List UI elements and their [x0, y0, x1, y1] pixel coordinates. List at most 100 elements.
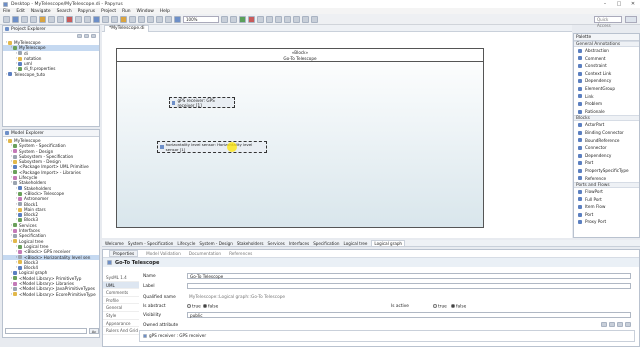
diagram-tab[interactable]: System - Design	[199, 241, 232, 246]
properties-side-tab[interactable]: Rulers And Grid	[103, 327, 139, 335]
diagram-tab[interactable]: Stakeholders	[237, 241, 264, 246]
diagram-tab[interactable]: Welcome	[105, 241, 124, 246]
diagram-tab[interactable]: Interfaces	[289, 241, 309, 246]
external-tools-icon[interactable]	[257, 15, 264, 23]
diagram-tab[interactable]: Logical graph	[371, 239, 406, 247]
remove-icon[interactable]	[609, 322, 615, 327]
collapse-all-icon[interactable]	[77, 34, 82, 38]
palette-item[interactable]: Comment	[574, 55, 639, 63]
palette-item[interactable]: Connector	[574, 144, 639, 152]
minimize-icon[interactable]: –	[598, 0, 612, 8]
save-all-icon[interactable]	[21, 15, 28, 23]
perspective-icon[interactable]	[625, 16, 637, 23]
properties-side-tab[interactable]: Style	[103, 312, 139, 320]
menu-run[interactable]: Run	[122, 9, 130, 14]
menu-edit[interactable]: Edit	[16, 9, 25, 14]
list-item[interactable]: gPS receiver : GPS receiver	[140, 331, 634, 340]
palette-item[interactable]: Binding Connector	[574, 129, 639, 137]
properties-side-tab[interactable]: UML	[103, 281, 139, 290]
quick-access-input[interactable]: Quick Access	[594, 16, 622, 28]
search-icon[interactable]	[266, 15, 273, 23]
print-icon[interactable]	[30, 15, 37, 23]
editor-tab-mytelescope[interactable]: *MyTelescope.di	[104, 24, 150, 32]
paste-icon[interactable]	[57, 15, 64, 23]
line-color-icon[interactable]	[129, 15, 136, 23]
redo-icon[interactable]	[84, 15, 91, 23]
close-icon[interactable]: ✕	[626, 0, 640, 8]
tree-item[interactable]: › <Model Library> EcorePrimitiveType	[3, 292, 99, 297]
copy-icon[interactable]	[48, 15, 55, 23]
debug-icon[interactable]	[248, 15, 255, 23]
palette-item[interactable]: Abstraction	[574, 47, 639, 55]
label-input[interactable]	[187, 283, 631, 289]
diagram-tab[interactable]: Lifecycle	[177, 241, 195, 246]
forward-icon[interactable]	[284, 15, 291, 23]
tab-model-validation[interactable]: Model Validation	[146, 251, 181, 256]
palette-item[interactable]: Full Port	[574, 196, 639, 204]
palette-item[interactable]: Constraint	[574, 62, 639, 70]
palette-item[interactable]: Dependency	[574, 152, 639, 160]
properties-side-tab[interactable]: General	[103, 304, 139, 312]
part-gps-receiver[interactable]: gPS receiver: GPS receiver [1]	[169, 97, 235, 108]
save-icon[interactable]	[12, 15, 19, 23]
part-horizontality-sensor[interactable]: horizontality level sensor: Horizontalit…	[157, 141, 267, 153]
align-icon[interactable]	[102, 15, 109, 23]
is-active-false-radio[interactable]: false	[451, 304, 466, 310]
palette-item[interactable]: Rationale	[574, 108, 639, 116]
diagram-tab[interactable]: Services	[267, 241, 284, 246]
diagram-canvas[interactable]: «Block» Go-To Telescope gPS receiver: GP…	[102, 32, 572, 238]
palette-item[interactable]: BoundReference	[574, 137, 639, 145]
add-icon[interactable]	[601, 322, 607, 327]
block-go-to-telescope[interactable]: «Block» Go-To Telescope gPS receiver: GP…	[116, 48, 484, 228]
back-icon[interactable]	[275, 15, 282, 23]
palette-item[interactable]: Proxy Port	[574, 218, 639, 226]
tab-references[interactable]: References	[229, 251, 252, 256]
bold-icon[interactable]	[293, 15, 300, 23]
link-editor-icon[interactable]	[84, 34, 89, 38]
palette-item[interactable]: Item Flow	[574, 203, 639, 211]
menu-navigate[interactable]: Navigate	[31, 9, 51, 14]
project-explorer-tab[interactable]: Project Explorer	[3, 26, 99, 33]
palette-item[interactable]: Context Link	[574, 70, 639, 78]
font-icon[interactable]	[93, 15, 100, 23]
visibility-select[interactable]: public	[187, 312, 631, 318]
palette-item[interactable]: Problem	[574, 100, 639, 108]
properties-side-tab[interactable]: Appearance	[103, 320, 139, 328]
palette-item[interactable]: Port	[574, 211, 639, 219]
properties-side-tab[interactable]: Comments	[103, 289, 139, 297]
zoom-in-icon[interactable]	[221, 15, 228, 23]
menu-window[interactable]: Window	[137, 9, 154, 14]
grid-icon[interactable]	[156, 15, 163, 23]
palette-item[interactable]: ElementGroup	[574, 85, 639, 93]
filter-button[interactable]: Ac	[89, 328, 99, 334]
maximize-icon[interactable]: □	[612, 0, 626, 8]
name-input[interactable]: Go-To Telescope	[187, 273, 631, 279]
menu-help[interactable]: Help	[160, 9, 170, 14]
is-abstract-true-radio[interactable]: true	[187, 304, 201, 310]
new-icon[interactable]	[3, 15, 10, 23]
properties-side-tab[interactable]: SysML 1.4	[103, 274, 139, 282]
menu-file[interactable]: File	[3, 9, 10, 14]
palette-item[interactable]: Dependency	[574, 77, 639, 85]
palette-item[interactable]: Part	[574, 159, 639, 167]
palette-item[interactable]: FlowPort	[574, 188, 639, 196]
run-icon[interactable]	[239, 15, 246, 23]
view-menu-icon[interactable]	[91, 34, 96, 38]
filter-input[interactable]	[5, 328, 87, 334]
palette-item[interactable]: Link	[574, 93, 639, 101]
arrange-icon[interactable]	[138, 15, 145, 23]
italic-icon[interactable]	[302, 15, 309, 23]
delete-icon[interactable]	[66, 15, 73, 23]
menu-search[interactable]: Search	[57, 9, 72, 14]
diagram-tab[interactable]: Logical tree	[344, 241, 368, 246]
model-explorer-tab[interactable]: Model Explorer	[3, 130, 99, 137]
move-down-icon[interactable]	[625, 322, 631, 327]
tab-properties[interactable]: Properties	[109, 250, 139, 257]
snap-icon[interactable]	[165, 15, 172, 23]
zoom-out-icon[interactable]	[230, 15, 237, 23]
diagram-tab[interactable]: Specification	[313, 241, 339, 246]
palette-item[interactable]: Reference	[574, 175, 639, 183]
properties-side-tab[interactable]: Profile	[103, 297, 139, 305]
zoom-select[interactable]: 100%	[183, 15, 219, 23]
menu-project[interactable]: Project	[101, 9, 116, 14]
